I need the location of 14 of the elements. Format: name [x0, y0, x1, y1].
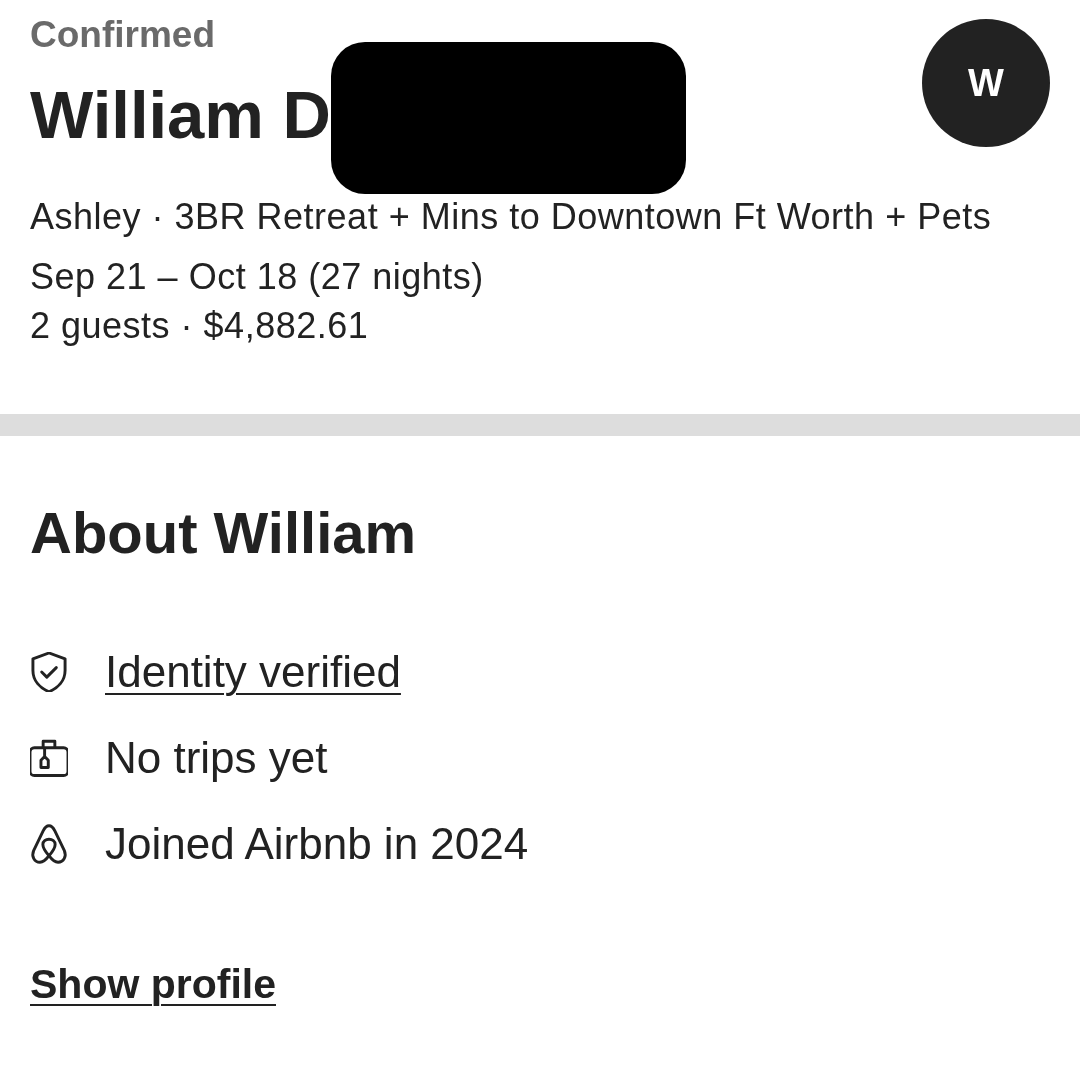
logo-icon: [30, 824, 68, 864]
fact-text: No trips yet: [105, 733, 328, 783]
guest-name: William D: [30, 76, 331, 154]
suitcase-icon: [30, 738, 68, 778]
status-label: Confirmed: [30, 14, 216, 56]
guest-avatar: W: [922, 19, 1050, 147]
stay-dates: Sep 21 – Oct 18 (27 nights): [30, 255, 485, 299]
identity-link[interactable]: Identity verified: [105, 647, 401, 697]
section-heading: About William: [30, 501, 418, 565]
fact-text: Joined Airbnb in 2024: [105, 819, 529, 869]
guests-and-price: 2 guests · $4,882.61: [30, 304, 370, 348]
listing-title: Ashley · 3BR Retreat + Mins to Downtown Ft Worth + Pets: [30, 195, 993, 239]
shield-check-icon: [30, 652, 68, 692]
show-profile-link[interactable]: Show profile: [30, 959, 276, 1009]
